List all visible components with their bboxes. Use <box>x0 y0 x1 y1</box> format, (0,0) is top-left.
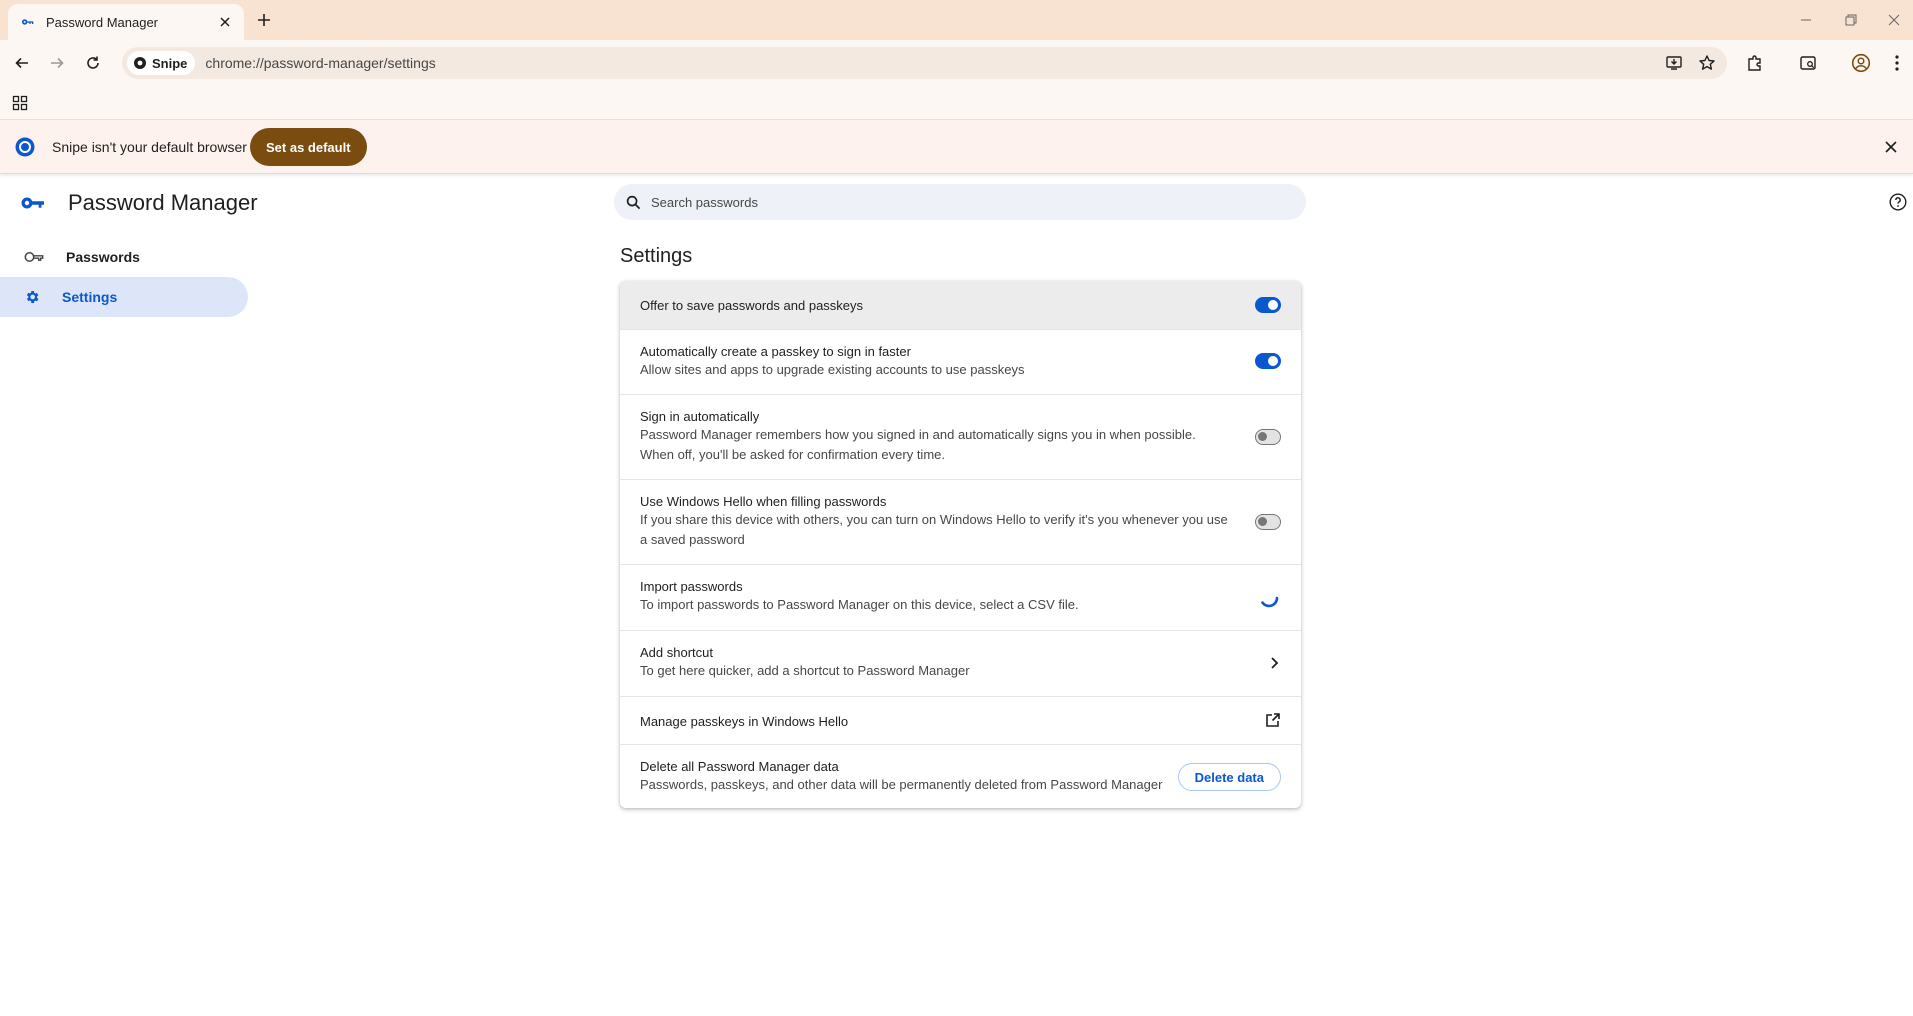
back-icon[interactable] <box>8 49 36 77</box>
browser-logo-icon <box>15 137 35 157</box>
address-bar[interactable]: Snipe chrome://password-manager/settings <box>122 47 1727 79</box>
install-app-icon[interactable] <box>1662 51 1686 75</box>
search-icon <box>626 195 641 209</box>
key-icon <box>21 197 44 209</box>
setting-label: Add shortcut <box>640 645 713 660</box>
setting-label: Import passwords <box>640 579 743 594</box>
app-title: Password Manager <box>68 190 258 215</box>
key-outline-icon <box>24 252 44 262</box>
setting-description: Allow sites and apps to upgrade existing… <box>640 362 1025 377</box>
infobar-message: Snipe isn't your default browser <box>52 139 247 155</box>
key-icon <box>20 14 36 30</box>
more-menu-icon[interactable] <box>1885 51 1909 75</box>
setting-import-passwords[interactable]: Import passwords To import passwords to … <box>620 564 1301 630</box>
chevron-right-icon[interactable] <box>1269 656 1279 670</box>
offer-to-save-toggle[interactable] <box>1255 297 1281 313</box>
site-info-chip[interactable]: Snipe <box>127 51 196 75</box>
setting-description: To get here quicker, add a shortcut to P… <box>640 663 970 678</box>
restore-icon[interactable] <box>1836 8 1866 32</box>
apps-grid-icon[interactable] <box>10 93 30 113</box>
setting-offer-to-save[interactable]: Offer to save passwords and passkeys <box>620 281 1301 329</box>
sidebar-item-passwords[interactable]: Passwords <box>0 237 248 277</box>
close-tab-icon[interactable] <box>216 13 234 31</box>
sidebar-item-label: Settings <box>62 289 118 305</box>
gear-icon <box>26 291 39 303</box>
search-placeholder: Search passwords <box>651 194 758 210</box>
reload-icon[interactable] <box>79 49 107 77</box>
url-text[interactable]: chrome://password-manager/settings <box>205 55 435 71</box>
setting-label: Delete all Password Manager data <box>640 759 839 774</box>
setting-description: If you share this device with others, yo… <box>640 512 1228 547</box>
setting-auto-passkey[interactable]: Automatically create a passkey to sign i… <box>620 329 1301 394</box>
windows-hello-toggle[interactable] <box>1255 514 1281 530</box>
toolbar: Snipe chrome://password-manager/settings <box>0 40 1913 86</box>
bookmark-bar <box>0 86 1913 120</box>
sign-in-automatically-toggle[interactable] <box>1255 429 1281 445</box>
setting-sign-in-automatically[interactable]: Sign in automatically Password Manager r… <box>620 394 1301 479</box>
setting-label: Manage passkeys in Windows Hello <box>640 714 849 729</box>
setting-add-shortcut[interactable]: Add shortcut To get here quicker, add a … <box>620 630 1301 696</box>
setting-manage-passkeys[interactable]: Manage passkeys in Windows Hello <box>620 696 1301 744</box>
close-infobar-icon[interactable] <box>1881 137 1901 157</box>
setting-description: To import passwords to Password Manager … <box>640 597 1079 612</box>
setting-label: Sign in automatically <box>640 409 760 424</box>
browser-tab[interactable]: Password Manager <box>8 4 244 40</box>
sidebar-item-label: Passwords <box>66 249 140 265</box>
sidebar-item-settings[interactable]: Settings <box>0 277 248 317</box>
help-icon[interactable] <box>1887 191 1909 213</box>
minimize-icon[interactable] <box>1791 8 1821 32</box>
settings-card: Offer to save passwords and passkeys Aut… <box>620 281 1301 808</box>
sidebar-search-icon[interactable] <box>1796 51 1820 75</box>
forward-icon[interactable] <box>43 49 71 77</box>
delete-data-button[interactable]: Delete data <box>1177 763 1281 791</box>
title-bar: Password Manager <box>0 0 1913 40</box>
bookmark-star-icon[interactable] <box>1695 51 1719 75</box>
open-in-new-icon[interactable] <box>1265 712 1281 728</box>
setting-label: Automatically create a passkey to sign i… <box>640 344 911 359</box>
app-brand: Password Manager <box>20 186 258 220</box>
profile-avatar-icon[interactable] <box>1849 51 1873 75</box>
new-tab-button[interactable] <box>253 9 275 31</box>
site-chip-label: Snipe <box>152 55 188 71</box>
setting-windows-hello[interactable]: Use Windows Hello when filling passwords… <box>620 479 1301 564</box>
setting-delete-data[interactable]: Delete all Password Manager data Passwor… <box>620 744 1301 808</box>
section-title: Settings <box>620 245 693 267</box>
default-browser-infobar: Snipe isn't your default browser Set as … <box>0 120 1913 174</box>
extensions-icon[interactable] <box>1743 51 1767 75</box>
loading-spinner-icon <box>1261 596 1279 608</box>
close-window-icon[interactable] <box>1879 8 1909 32</box>
setting-label: Use Windows Hello when filling passwords <box>640 494 887 509</box>
setting-label: Offer to save passwords and passkeys <box>640 298 864 313</box>
setting-description: Password Manager remembers how you signe… <box>640 427 1196 462</box>
set-as-default-button[interactable]: Set as default <box>250 128 367 166</box>
auto-passkey-toggle[interactable] <box>1255 353 1281 369</box>
tab-title: Password Manager <box>46 14 158 30</box>
setting-description: Passwords, passkeys, and other data will… <box>640 777 1163 792</box>
browser-logo-icon <box>134 57 146 69</box>
search-input[interactable]: Search passwords <box>614 184 1306 220</box>
